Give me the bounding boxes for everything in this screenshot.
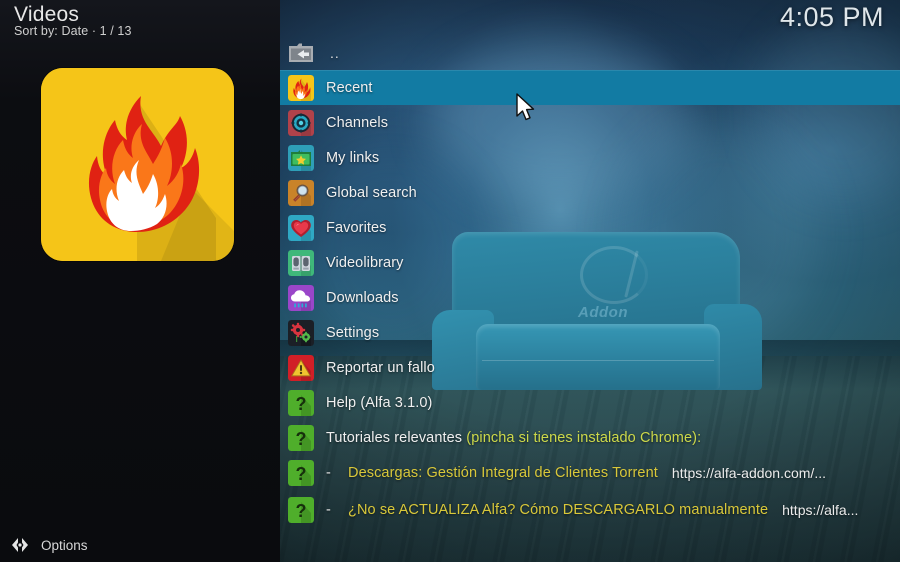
cloud-rain-icon: [288, 284, 314, 311]
menu-item-tutorial-2[interactable]: ? - ¿No se ACTUALIZA Alfa? Cómo DESCARGAR…: [280, 492, 900, 527]
menu-item-parent-label: ..: [330, 45, 340, 61]
svg-text:?: ?: [296, 464, 307, 484]
menu-item-favorites[interactable]: Favorites: [280, 210, 900, 245]
question-icon: ?: [288, 459, 314, 486]
menu-item-label: Videolibrary: [326, 254, 404, 271]
menu-item-label: Tutoriales relevantes (pincha si tienes …: [326, 430, 701, 446]
books-icon: [288, 249, 314, 276]
warning-icon: [288, 354, 314, 381]
menu-item-report-bug[interactable]: Reportar un fallo: [280, 350, 900, 385]
menu-item-recent[interactable]: Recent: [280, 70, 900, 105]
menu-item-label: Channels: [326, 114, 389, 131]
left-right-arrows-icon: [12, 538, 28, 552]
svg-text:?: ?: [296, 429, 307, 449]
svg-text:?: ?: [296, 394, 307, 414]
dial-icon: [288, 109, 314, 136]
menu-item-label: Reportar un fallo: [326, 359, 435, 376]
menu-item-channels[interactable]: Channels: [280, 105, 900, 140]
menu-item-my-links[interactable]: My links: [280, 140, 900, 175]
flame-icon: [288, 74, 314, 101]
magnifier-icon: [288, 179, 314, 206]
tutorials-header-plain: Tutoriales relevantes: [326, 429, 467, 446]
question-icon: ?: [288, 424, 314, 451]
heart-icon: [288, 214, 314, 241]
question-icon: ?: [288, 389, 314, 416]
menu-item-label: - Descargas: Gestión Integral de Clientes…: [326, 465, 658, 481]
menu-item-settings[interactable]: Settings: [280, 315, 900, 350]
menu-item-tutorials-header[interactable]: ? Tutoriales relevantes (pincha si tiene…: [280, 420, 900, 455]
menu-item-label: Recent: [326, 79, 373, 96]
kodi-videos-screen: Addon 4:05 PM Videos Sort by: Date · 1 /…: [0, 0, 900, 562]
menu-item-label: Help (Alfa 3.1.0): [326, 394, 433, 411]
page-subtitle: Sort by: Date · 1 / 13: [14, 24, 132, 38]
options-label: Options: [41, 537, 88, 553]
question-icon: ?: [288, 496, 314, 523]
tutorial-url: https://alfa-addon.com/...: [671, 464, 826, 481]
menu-list: .. Recent Channels My links Global searc…: [280, 0, 900, 562]
menu-item-tutorial-1[interactable]: ? - Descargas: Gestión Integral de Client…: [280, 455, 900, 490]
tutorial-title: Descargas: Gestión Integral de Clientes …: [348, 464, 658, 481]
menu-item-label: Downloads: [326, 289, 399, 306]
item-thumbnail: [41, 68, 234, 261]
sidebar: Videos Sort by: Date · 1 / 13 Options: [0, 0, 280, 562]
menu-item-label: Global search: [326, 184, 417, 201]
tutorial-title: ¿No se ACTUALIZA Alfa? Cómo DESCARGARLO …: [348, 501, 769, 518]
options-button[interactable]: Options: [9, 536, 88, 554]
menu-item-help[interactable]: ? Help (Alfa 3.1.0): [280, 385, 900, 420]
menu-item-downloads[interactable]: Downloads: [280, 280, 900, 315]
tutorial-dash: -: [326, 501, 331, 518]
tutorial-dash: -: [326, 464, 331, 481]
folder-star-icon: [288, 144, 314, 171]
folder-back-icon: [288, 42, 314, 64]
menu-item-label: - ¿No se ACTUALIZA Alfa? Cómo DESCARGARLO…: [326, 502, 768, 518]
menu-item-label: My links: [326, 149, 380, 166]
menu-item-label: Favorites: [326, 219, 387, 236]
menu-item-videolibrary[interactable]: Videolibrary: [280, 245, 900, 280]
menu-item-global-search[interactable]: Global search: [280, 175, 900, 210]
tutorials-header-colored: (pincha si tienes instalado Chrome):: [466, 429, 702, 446]
flame-icon: [41, 68, 234, 261]
menu-item-label: Settings: [326, 324, 380, 341]
tutorial-url: https://alfa...: [782, 501, 859, 518]
svg-text:?: ?: [296, 501, 307, 521]
gears-icon: [288, 319, 314, 346]
menu-item-parent[interactable]: ..: [280, 38, 900, 68]
clock: 4:05 PM: [779, 2, 884, 32]
